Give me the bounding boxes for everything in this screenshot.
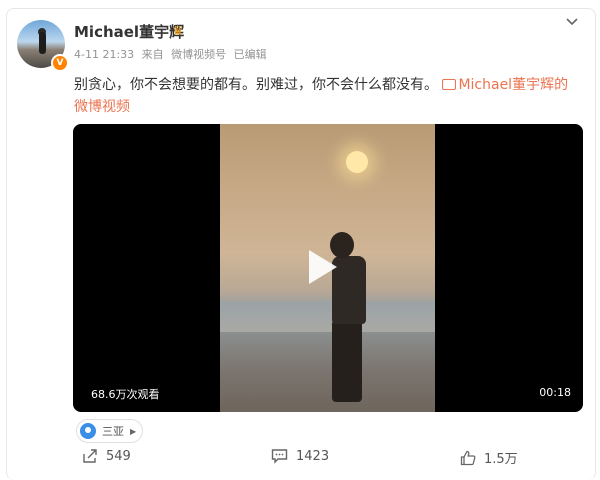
verified-badge-icon: V	[51, 54, 69, 72]
post-source[interactable]: 微博视频号	[171, 48, 226, 61]
chevron-down-icon[interactable]	[565, 14, 579, 28]
comment-button[interactable]: 1423	[271, 448, 329, 464]
edited-label[interactable]: 已编辑	[234, 48, 267, 61]
avatar[interactable]: V	[17, 20, 69, 72]
video-player[interactable]: 68.6万次观看 00:18	[73, 124, 583, 412]
location-tag[interactable]: 三亚 ▶	[76, 419, 144, 443]
video-duration: 00:18	[539, 386, 571, 399]
like-count: 1.5万	[484, 452, 518, 467]
post-text: 别贪心，你不会想要的都有。别难过，你不会什么都没有。 Michael董宇辉的微博…	[74, 74, 574, 118]
comment-icon	[271, 449, 288, 464]
crown-icon: ♛	[172, 24, 184, 39]
video-link-icon	[442, 79, 457, 90]
video-link-label-1: Michael董宇辉的	[458, 77, 569, 93]
post-time[interactable]: 4-11 21:33	[74, 48, 134, 61]
like-icon	[460, 450, 476, 465]
post-meta: 4-11 21:33 来自 微博视频号 已编辑	[74, 46, 271, 62]
source-prefix: 来自	[141, 48, 164, 61]
action-bar: 549 1423 1.5万	[0, 448, 600, 472]
location-pin-icon	[80, 423, 96, 439]
share-button[interactable]: 549	[82, 448, 131, 464]
post-text-main: 别贪心，你不会想要的都有。别难过，你不会什么都没有。	[74, 77, 438, 93]
author-name[interactable]: Michael董宇辉	[74, 21, 184, 42]
comment-count: 1423	[296, 448, 330, 464]
video-views: 68.6万次观看	[91, 388, 160, 401]
share-count: 549	[106, 448, 131, 464]
share-icon	[83, 449, 97, 463]
chevron-right-icon: ▶	[130, 426, 137, 436]
location-label: 三亚	[102, 425, 124, 438]
video-link-label-2: 微博视频	[74, 99, 130, 115]
like-button[interactable]: 1.5万	[460, 448, 518, 467]
play-icon[interactable]	[309, 250, 337, 284]
